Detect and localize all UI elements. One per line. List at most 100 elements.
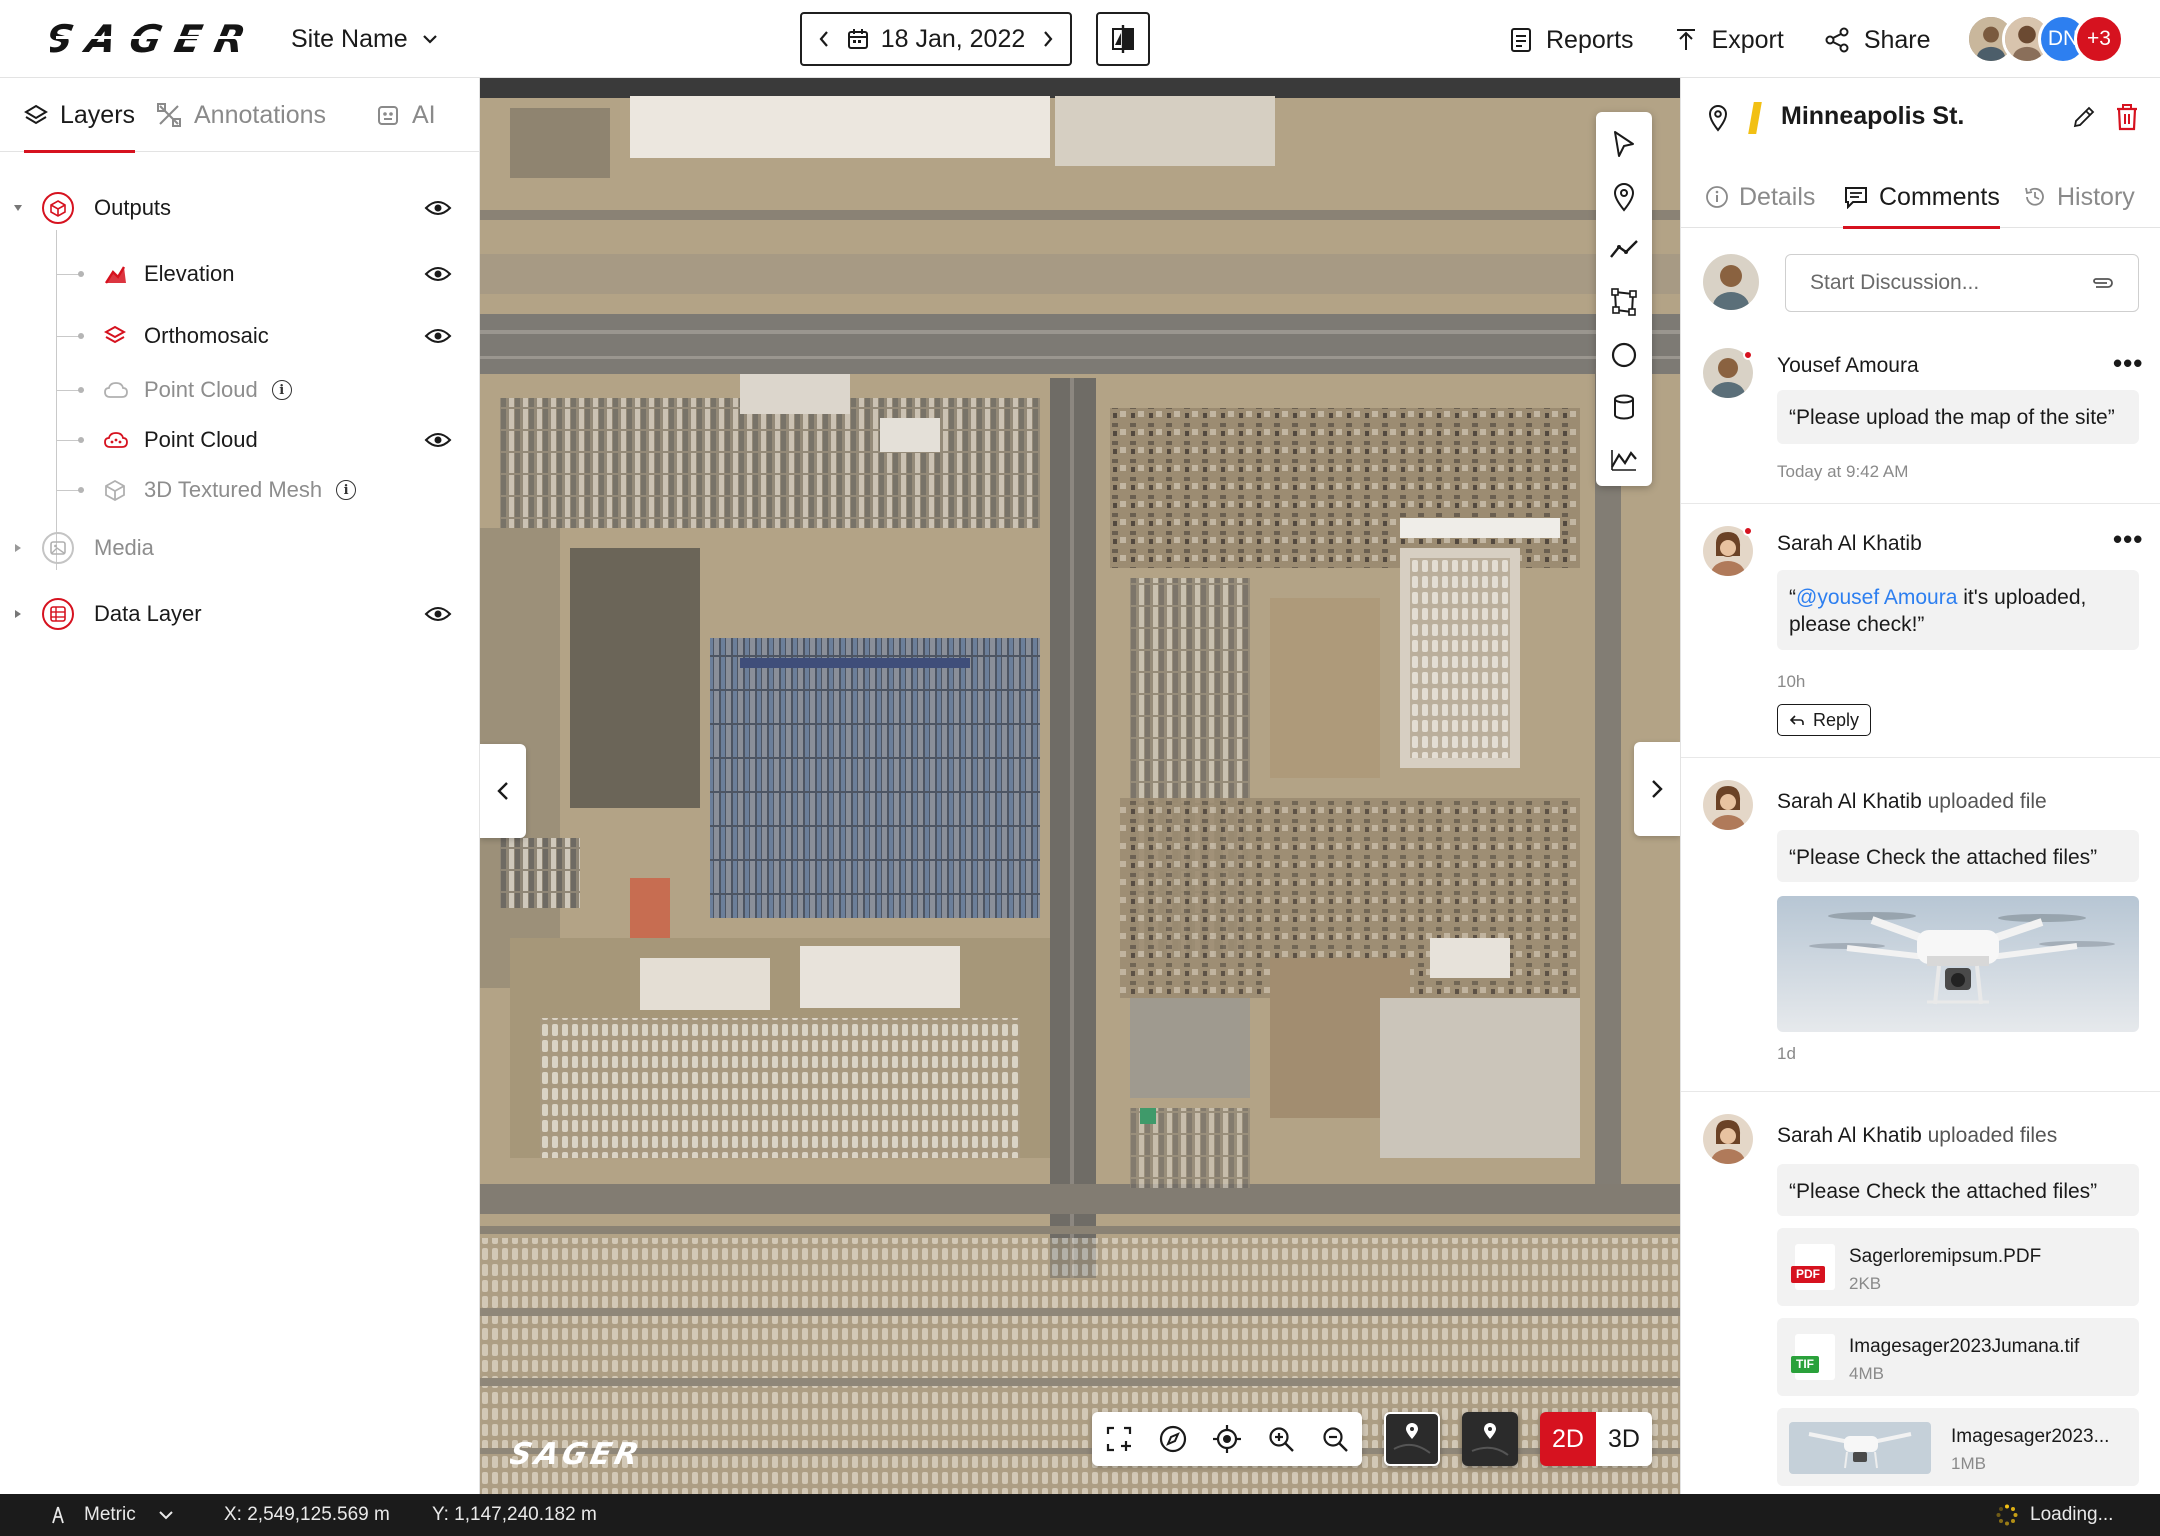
- fit-extent-button[interactable]: [1092, 1412, 1146, 1466]
- more-collaborators-badge[interactable]: +3: [2074, 14, 2124, 64]
- info-icon[interactable]: i: [336, 480, 357, 500]
- point-cloud-icon: [104, 382, 128, 398]
- top-actions: Reports Export Share: [1510, 20, 1931, 60]
- layer-orthomosaic[interactable]: Orthomosaic: [104, 318, 472, 354]
- eye-icon[interactable]: [424, 430, 452, 450]
- media-icon: [42, 532, 74, 564]
- layer-elevation[interactable]: Elevation: [104, 256, 472, 292]
- layer-group-outputs[interactable]: Outputs: [12, 188, 472, 228]
- drone-thumbnail: [1789, 1422, 1931, 1474]
- map-viewport[interactable]: SAGER 2D 3D: [480, 78, 1680, 1494]
- caret-right-icon[interactable]: [12, 608, 24, 620]
- collaborator-avatars[interactable]: DN +3: [1966, 14, 2124, 64]
- fit-extent-icon: [1106, 1426, 1132, 1452]
- eye-icon[interactable]: [424, 264, 452, 284]
- point-tool[interactable]: [1596, 171, 1652, 224]
- reply-icon: [1789, 715, 1804, 725]
- sager-logo[interactable]: SAGER: [50, 18, 258, 58]
- user-mention[interactable]: @yousef Amoura: [1796, 586, 1957, 609]
- select-tool[interactable]: [1596, 118, 1652, 171]
- comment-item: Yousef Amoura ••• “Please upload the map…: [1681, 330, 2160, 504]
- date-picker[interactable]: 18 Jan, 2022: [800, 12, 1072, 66]
- eye-icon[interactable]: [424, 326, 452, 346]
- polygon-tool[interactable]: [1596, 276, 1652, 329]
- eye-icon[interactable]: [424, 198, 452, 218]
- layer-group-data-layer[interactable]: Data Layer: [12, 594, 472, 634]
- delete-icon[interactable]: [2115, 103, 2139, 131]
- person-avatar-icon: [1703, 780, 1753, 830]
- tree-node-dot: [78, 487, 84, 493]
- eye-icon[interactable]: [424, 604, 452, 624]
- file-attachment[interactable]: TIF Imagesager2023Jumana.tif 4MB: [1777, 1318, 2139, 1396]
- file-attachment[interactable]: Imagesager2023... 1MB: [1777, 1408, 2139, 1486]
- file-name: Sagerloremipsum.PDF: [1849, 1246, 2042, 1267]
- map-next-button[interactable]: [1634, 742, 1680, 836]
- map-prev-button[interactable]: [480, 744, 526, 838]
- view-3d-button[interactable]: 3D: [1596, 1412, 1652, 1466]
- site-name-label: Site Name: [291, 24, 408, 53]
- locate-button[interactable]: [1200, 1412, 1254, 1466]
- status-bar: Metric X: 2,549,125.569 m Y: 1,147,240.1…: [0, 1494, 2160, 1536]
- elevation-profile-tool[interactable]: [1596, 433, 1652, 486]
- comment-more-button[interactable]: •••: [2113, 524, 2143, 555]
- attachment-icon[interactable]: [2090, 276, 2114, 290]
- reports-label: Reports: [1546, 25, 1634, 54]
- caret-right-icon[interactable]: [12, 542, 24, 554]
- layer-label: Outputs: [94, 195, 172, 220]
- discussion-input[interactable]: Start Discussion...: [1785, 254, 2139, 312]
- comment-text: “Please Check the attached files”: [1777, 1164, 2139, 1216]
- tab-ai[interactable]: AI: [376, 78, 436, 152]
- tab-comments-label: Comments: [1879, 182, 2000, 211]
- layer-3d-textured-mesh[interactable]: 3D Textured Mesh i: [104, 472, 472, 508]
- tab-comments[interactable]: Comments: [1843, 166, 2000, 229]
- reply-button[interactable]: Reply: [1777, 704, 1871, 736]
- units-selector[interactable]: Metric: [50, 1494, 174, 1536]
- reports-icon: [1511, 28, 1531, 52]
- compare-icon: [1112, 25, 1134, 53]
- prev-date-icon[interactable]: [818, 30, 830, 48]
- file-attachment[interactable]: PDF Sagerloremipsum.PDF 2KB: [1777, 1228, 2139, 1306]
- polyline-tool[interactable]: [1596, 223, 1652, 276]
- reports-button[interactable]: Reports: [1510, 26, 1634, 55]
- tab-history[interactable]: History: [2023, 166, 2135, 228]
- file-size: 4MB: [1849, 1364, 1884, 1383]
- tab-details[interactable]: Details: [1705, 166, 1815, 228]
- zoom-out-button[interactable]: [1308, 1412, 1362, 1466]
- tab-layers[interactable]: Layers: [24, 78, 136, 153]
- tab-annotations[interactable]: Annotations: [156, 78, 326, 152]
- tab-history-label: History: [2057, 182, 2135, 211]
- circle-tool[interactable]: [1596, 328, 1652, 381]
- quote-open: “: [1789, 586, 1796, 609]
- attached-image[interactable]: [1777, 896, 2139, 1032]
- edit-icon[interactable]: [2071, 104, 2097, 130]
- caret-down-icon[interactable]: [12, 202, 24, 214]
- layer-point-cloud[interactable]: Point Cloud: [104, 422, 472, 458]
- author-name: Sarah Al Khatib: [1777, 532, 1922, 555]
- layer-label: Elevation: [144, 261, 235, 286]
- cylinder-icon: [1614, 394, 1634, 420]
- map-bottom-toolbar: 2D 3D: [1092, 1412, 1652, 1466]
- chevron-right-icon: [1652, 780, 1663, 798]
- comment-text: “Please Check the attached files”: [1777, 830, 2139, 882]
- info-icon[interactable]: i: [271, 380, 292, 400]
- elevation-icon: [104, 266, 126, 284]
- layer-group-media[interactable]: Media: [12, 528, 472, 568]
- volume-tool[interactable]: [1596, 381, 1652, 434]
- history-icon: [2025, 187, 2044, 206]
- share-button[interactable]: Share: [1824, 26, 1931, 55]
- units-label: Metric: [84, 1504, 136, 1525]
- export-button[interactable]: Export: [1674, 26, 1784, 55]
- orthomosaic-image[interactable]: [480, 78, 1680, 1494]
- site-selector[interactable]: Site Name: [291, 22, 438, 56]
- compass-button[interactable]: [1146, 1412, 1200, 1466]
- layer-label: Point Cloud: [144, 427, 258, 452]
- annotations-icon: [157, 103, 181, 127]
- basemap-dark-button[interactable]: [1462, 1412, 1518, 1466]
- zoom-in-button[interactable]: [1254, 1412, 1308, 1466]
- view-2d-button[interactable]: 2D: [1540, 1412, 1596, 1466]
- next-date-icon[interactable]: [1042, 30, 1054, 48]
- compare-button[interactable]: [1096, 12, 1150, 66]
- comment-more-button[interactable]: •••: [2113, 348, 2143, 379]
- layer-point-cloud-disabled[interactable]: Point Cloud i: [104, 372, 472, 408]
- basemap-satellite-button[interactable]: [1384, 1412, 1440, 1466]
